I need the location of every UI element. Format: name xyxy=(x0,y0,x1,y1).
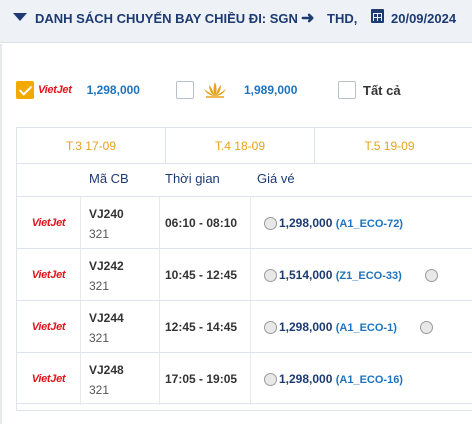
flight-table: T.3 17-09 T.4 18-09 T.5 19-09 Mã CB Thời… xyxy=(16,127,472,411)
flight-code: VJ242 xyxy=(89,259,124,273)
airline-logo-cell: VietJet xyxy=(17,197,81,249)
vietjet-min-price: 1,298,000 xyxy=(86,83,140,97)
fare-radio[interactable] xyxy=(425,269,438,282)
table-row[interactable]: VietJet VJ242 321 10:45 - 12:45 1,514,00… xyxy=(17,248,472,301)
cell-divider xyxy=(159,249,160,301)
flight-time: 10:45 - 12:45 xyxy=(165,268,238,282)
fare-radio[interactable] xyxy=(264,217,277,230)
calendar-icon xyxy=(371,9,384,23)
fare-price: 1,298,000 xyxy=(279,372,333,386)
header-title: DANH SÁCH CHUYẾN BAY CHIỀU ĐI: SGN xyxy=(35,11,298,26)
vietjet-logo: VietJet xyxy=(31,321,66,333)
fare-option[interactable]: 1,298,000 (A1_ECO-16) xyxy=(279,372,403,386)
cell-divider xyxy=(250,249,251,301)
aircraft-type: 321 xyxy=(89,279,110,293)
fare-option[interactable]: 1,298,000 (A1_ECO-1) xyxy=(279,320,397,334)
table-row[interactable]: VietJet VJ248 321 17:05 - 19:05 1,298,00… xyxy=(17,352,472,405)
fare-radio[interactable] xyxy=(420,321,433,334)
column-header-time: Thời gian xyxy=(165,171,220,186)
vietnam-airlines-min-price: 1,989,000 xyxy=(244,83,298,97)
cell-divider xyxy=(250,301,251,353)
fare-class: (A1_ECO-16) xyxy=(335,374,403,386)
fare-price: 1,298,000 xyxy=(279,320,333,334)
aircraft-type: 321 xyxy=(89,331,110,345)
column-header-code: Mã CB xyxy=(89,171,129,186)
aircraft-type: 321 xyxy=(89,383,110,397)
vietnam-airlines-checkbox[interactable] xyxy=(176,81,194,99)
table-row[interactable]: VietJet VJ240 321 06:10 - 08:10 1,298,00… xyxy=(17,196,472,249)
cell-divider xyxy=(250,197,251,249)
fare-class: (Z1_ECO-33) xyxy=(335,270,402,282)
flight-code: VJ248 xyxy=(89,363,124,377)
airline-logo-cell: VietJet xyxy=(17,353,81,405)
fare-radio[interactable] xyxy=(264,321,277,334)
date-tabs: T.3 17-09 T.4 18-09 T.5 19-09 xyxy=(17,128,472,164)
flight-list-header: DANH SÁCH CHUYẾN BAY CHIỀU ĐI: SGN ➜ THD… xyxy=(0,0,472,43)
header-destination: THD, xyxy=(327,11,358,26)
vietjet-logo: VietJet xyxy=(31,269,66,281)
vietjet-logo: VietJet xyxy=(31,373,66,385)
tab-date[interactable]: T.5 19-09 xyxy=(315,128,464,164)
filter-vietnam-airlines[interactable]: 1,989,000 xyxy=(176,80,297,100)
flight-time: 12:45 - 14:45 xyxy=(165,320,238,334)
cell-divider xyxy=(159,353,160,405)
tab-date[interactable]: T.3 17-09 xyxy=(17,128,166,164)
table-row[interactable]: VietJet VJ244 321 12:45 - 14:45 1,298,00… xyxy=(17,300,472,353)
flight-code: VJ244 xyxy=(89,311,124,325)
column-header-price: Giá vé xyxy=(257,171,295,186)
cell-divider xyxy=(250,353,251,405)
lotus-icon xyxy=(204,82,226,98)
arrow-right-icon: ➜ xyxy=(301,10,315,27)
flight-time: 17:05 - 19:05 xyxy=(165,372,238,386)
tab-date[interactable]: T.4 18-09 xyxy=(166,128,315,164)
flight-time: 06:10 - 08:10 xyxy=(165,216,238,230)
flight-code: VJ240 xyxy=(89,207,124,221)
fare-price: 1,298,000 xyxy=(279,216,333,230)
filter-all[interactable]: Tất cả xyxy=(338,80,401,100)
filter-vietjet[interactable]: VietJet 1,298,000 xyxy=(16,80,140,100)
caret-down-icon[interactable] xyxy=(13,13,27,21)
fare-class: (A1_ECO-72) xyxy=(335,218,403,230)
airline-logo-cell: VietJet xyxy=(17,249,81,301)
header-date: 20/09/2024 xyxy=(391,11,457,26)
cell-divider xyxy=(159,197,160,249)
fare-price: 1,514,000 xyxy=(279,268,333,282)
vietjet-checkbox[interactable] xyxy=(16,81,34,99)
all-label: Tất cả xyxy=(363,82,401,98)
all-checkbox[interactable] xyxy=(338,81,356,99)
aircraft-type: 321 xyxy=(89,227,110,241)
vietjet-logo: VietJet xyxy=(31,217,66,229)
cell-divider xyxy=(159,301,160,353)
fare-option[interactable]: 1,514,000 (Z1_ECO-33) xyxy=(279,268,402,282)
fare-option[interactable]: 1,298,000 (A1_ECO-72) xyxy=(279,216,403,230)
fare-radio[interactable] xyxy=(264,269,277,282)
airline-logo-cell: VietJet xyxy=(17,301,81,353)
fare-radio[interactable] xyxy=(264,373,277,386)
fare-class: (A1_ECO-1) xyxy=(335,322,397,334)
panel-left-border xyxy=(0,44,2,424)
vietjet-logo: VietJet xyxy=(38,84,72,96)
